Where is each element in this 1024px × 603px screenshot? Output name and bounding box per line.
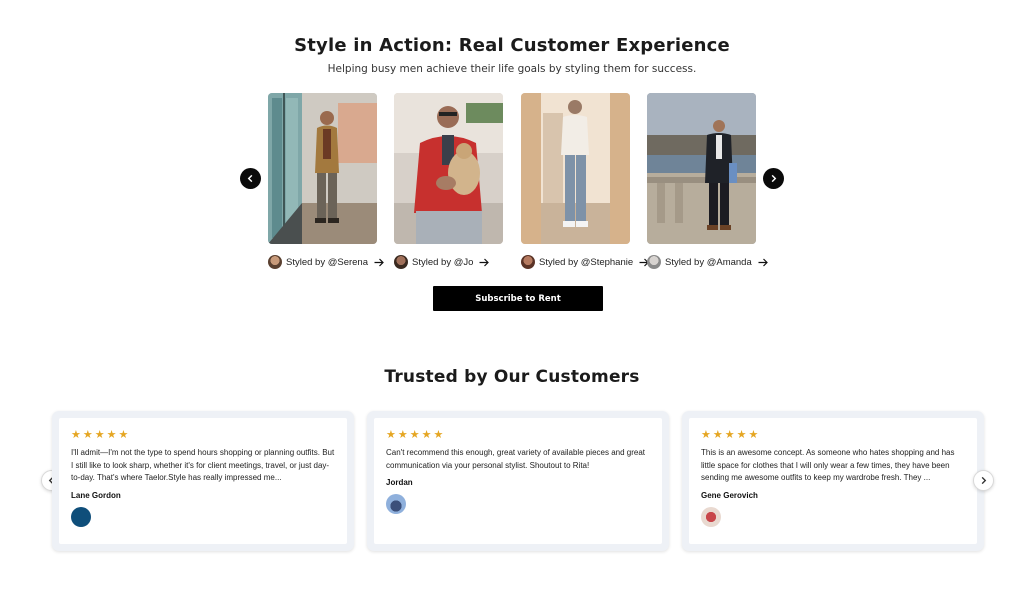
- stylist-avatar: [268, 255, 282, 269]
- subscribe-to-rent-button[interactable]: Subscribe to Rent: [433, 286, 603, 311]
- review-card: ★★★★★ This is an awesome concept. As som…: [682, 411, 984, 551]
- stylist-avatar: [521, 255, 535, 269]
- arrow-right-icon: [479, 258, 490, 267]
- styled-by-label: Styled by @Jo: [412, 256, 474, 268]
- stylist-avatar: [394, 255, 408, 269]
- styled-by-link[interactable]: Styled by @Amanda: [647, 254, 768, 270]
- styled-by-link[interactable]: Styled by @Stephanie: [521, 254, 650, 270]
- arrow-right-icon: [758, 258, 768, 267]
- review-card: ★★★★★ I'll admit—I'm not the type to spe…: [52, 411, 354, 551]
- arrow-right-icon: [374, 258, 384, 267]
- reviewer-name: Jordan: [386, 478, 413, 487]
- reviewer-avatar: [701, 506, 721, 527]
- chevron-right-icon: [771, 174, 777, 183]
- styled-by-link[interactable]: Styled by @Serena: [268, 254, 384, 270]
- reviewer-name: Lane Gordon: [71, 490, 121, 500]
- star-rating: ★★★★★: [386, 428, 446, 441]
- reviews-section-title: Trusted by Our Customers: [384, 367, 640, 387]
- style-section-title: Style in Action: Real Customer Experienc…: [294, 35, 730, 56]
- review-card: ★★★★★ Can't recommend this enough, great…: [367, 411, 669, 551]
- carousel-prev-button[interactable]: [240, 168, 261, 189]
- review-text: Can't recommend this enough, great varie…: [386, 448, 646, 470]
- reviewer-avatar: [386, 494, 406, 514]
- reviews-next-button[interactable]: [973, 470, 994, 491]
- reviewer-name: Gene Gerovich: [701, 490, 758, 500]
- styled-by-link[interactable]: Styled by @Jo: [394, 254, 490, 270]
- stylist-avatar: [647, 255, 661, 269]
- styled-by-label: Styled by @Serena: [286, 256, 368, 268]
- review-text: I'll admit—I'm not the type to spend hou…: [71, 448, 335, 482]
- customer-photo[interactable]: [268, 93, 377, 244]
- reviewer-avatar: [71, 506, 91, 527]
- customer-photo[interactable]: [647, 93, 756, 244]
- star-rating: ★★★★★: [71, 428, 131, 441]
- chevron-right-icon: [981, 476, 987, 485]
- styled-by-label: Styled by @Stephanie: [539, 256, 634, 268]
- carousel-next-button[interactable]: [763, 168, 784, 189]
- star-rating: ★★★★★: [701, 428, 761, 441]
- review-text: This is an awesome concept. As someone w…: [701, 448, 955, 482]
- chevron-left-icon: [247, 174, 253, 183]
- customer-photo[interactable]: [521, 93, 630, 244]
- customer-photo[interactable]: [394, 93, 503, 244]
- styled-by-label: Styled by @Amanda: [665, 256, 752, 268]
- style-section-subtitle: Helping busy men achieve their life goal…: [327, 63, 697, 75]
